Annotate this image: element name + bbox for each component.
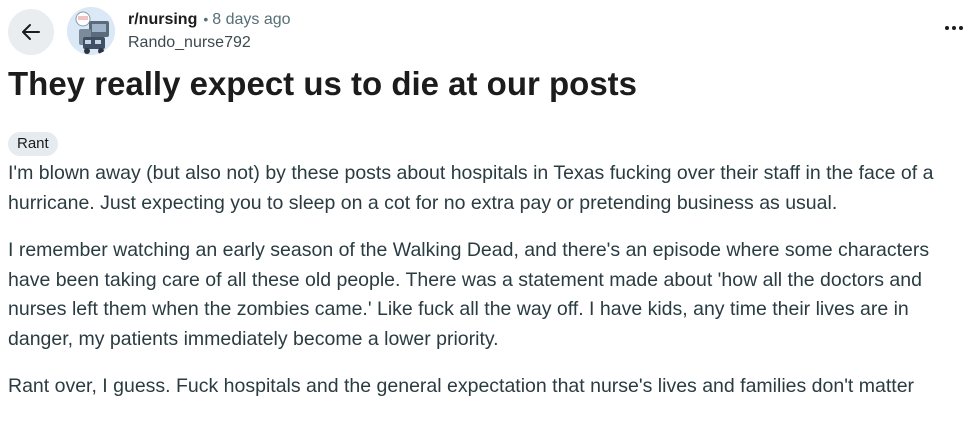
post-title: They really expect us to die at our post…: [8, 65, 638, 102]
more-dot: [952, 26, 956, 30]
subreddit-link[interactable]: r/nursing: [128, 10, 197, 30]
post-flair[interactable]: Rant: [8, 132, 58, 156]
arrow-left-icon: [22, 24, 40, 40]
author-link[interactable]: Rando_nurse792: [128, 33, 291, 53]
meta-separator: •: [203, 11, 209, 27]
post-paragraph: Rant over, I guess. Fuck hospitals and t…: [8, 375, 915, 397]
post-paragraph: I'm blown away (but also not) by these p…: [8, 162, 934, 214]
post-paragraph: I remember watching an early season of t…: [8, 239, 930, 350]
nurse-robot-avatar-icon: [67, 7, 115, 55]
post-timestamp: 8 days ago: [212, 11, 291, 28]
back-button[interactable]: [8, 9, 54, 55]
post-body: I'm blown away (but also not) by these p…: [8, 159, 976, 420]
post-meta: r/nursing • 8 days ago Rando_nurse792: [128, 9, 291, 53]
more-dot: [959, 26, 963, 30]
post-page: r/nursing • 8 days ago Rando_nurse792 Th…: [0, 0, 977, 445]
more-dot: [945, 26, 949, 30]
meta-row: r/nursing • 8 days ago: [128, 9, 291, 30]
more-options-button[interactable]: [941, 18, 967, 38]
subreddit-avatar[interactable]: [67, 7, 115, 55]
